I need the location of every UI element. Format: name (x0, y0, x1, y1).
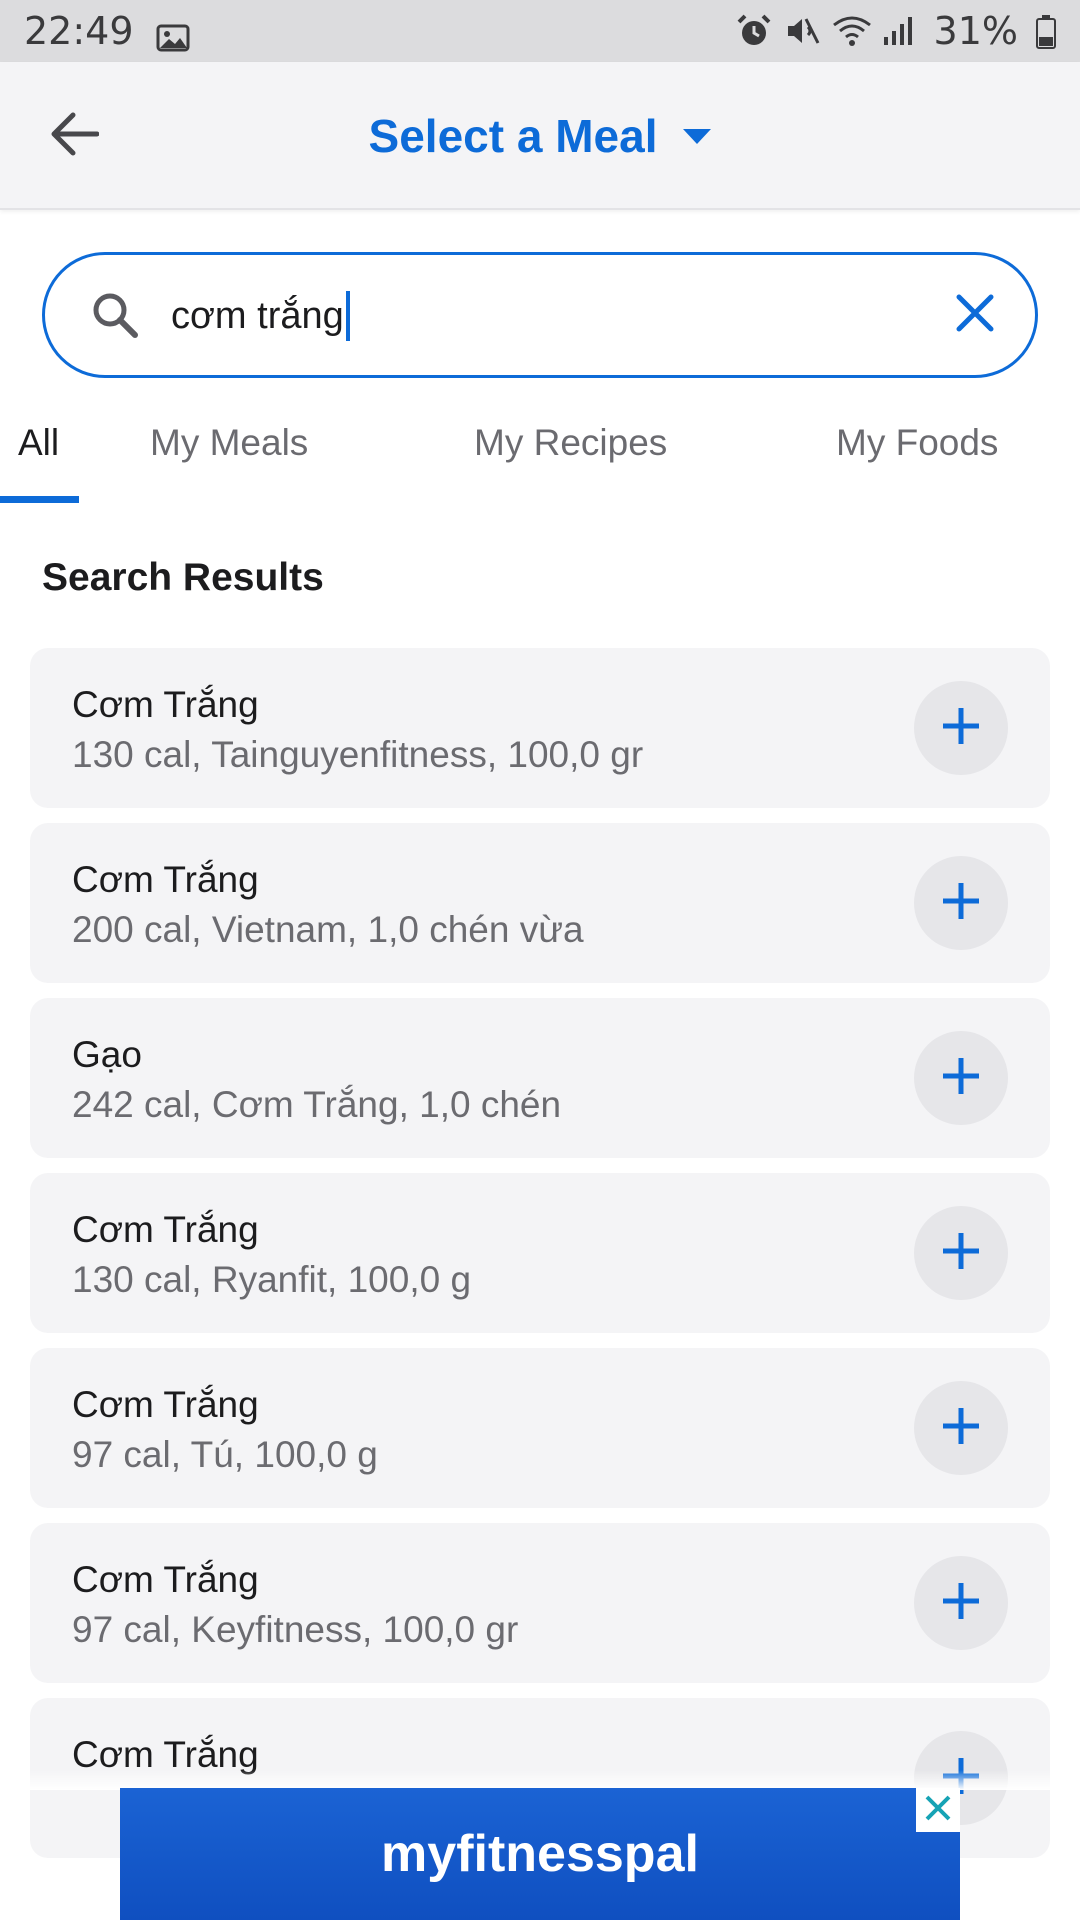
close-icon (955, 293, 995, 338)
active-tab-indicator (0, 496, 79, 503)
gallery-icon (156, 17, 190, 52)
search-results-heading: Search Results (42, 556, 324, 599)
search-query-text: cơm trắng (171, 294, 344, 337)
plus-icon (941, 881, 981, 926)
battery-percent: 31% (933, 9, 1018, 53)
results-list: Cơm Trắng 130 cal, Tainguyenfitness, 100… (30, 648, 1050, 1873)
food-name: Cơm Trắng (72, 859, 259, 900)
clear-search-button[interactable] (945, 285, 1005, 345)
signal-icon (880, 13, 916, 49)
list-fade (0, 1770, 1080, 1790)
screen: 22:49 31% Select a Meal cơm trắng All My… (0, 0, 1080, 1920)
plus-icon (941, 1056, 981, 1101)
food-name: Cơm Trắng (72, 1384, 259, 1425)
status-time: 22:49 (24, 9, 134, 53)
battery-icon (1036, 14, 1056, 49)
add-food-button[interactable] (914, 856, 1008, 950)
plus-icon (941, 1406, 981, 1451)
meal-selector-dropdown[interactable]: Select a Meal (0, 62, 1080, 210)
page-title: Select a Meal (368, 110, 658, 162)
plus-icon (941, 1231, 981, 1276)
ad-brand-logo: myfitnesspal (381, 1825, 699, 1883)
list-item[interactable]: Gạo 242 cal, Cơm Trắng, 1,0 chén (30, 998, 1050, 1158)
food-details: 242 cal, Cơm Trắng, 1,0 chén (72, 1084, 562, 1125)
search-input[interactable]: cơm trắng (171, 291, 350, 341)
food-details: 200 cal, Vietnam, 1,0 chén vừa (72, 909, 584, 950)
list-item[interactable]: Cơm Trắng 130 cal, Tainguyenfitness, 100… (30, 648, 1050, 808)
tab-my-meals[interactable]: My Meals (150, 422, 308, 464)
search-icon (89, 289, 141, 341)
tab-all[interactable]: All (18, 422, 59, 464)
close-icon (923, 1793, 953, 1828)
food-name: Gạo (72, 1034, 142, 1075)
add-food-button[interactable] (914, 1381, 1008, 1475)
add-food-button[interactable] (914, 681, 1008, 775)
food-details: 130 cal, Tainguyenfitness, 100,0 gr (72, 734, 644, 775)
ad-banner[interactable]: myfitnesspal (120, 1788, 960, 1920)
plus-icon (941, 706, 981, 751)
food-details: 130 cal, Ryanfit, 100,0 g (72, 1259, 472, 1300)
food-name: Cơm Trắng (72, 1209, 259, 1250)
text-cursor (345, 291, 350, 341)
tab-bar: All My Meals My Recipes My Foods (0, 400, 1080, 504)
status-icons: 31% (736, 9, 1056, 53)
list-item[interactable]: Cơm Trắng 97 cal, Tú, 100,0 g (30, 1348, 1050, 1508)
status-bar: 22:49 31% (0, 0, 1080, 62)
mute-icon (784, 13, 820, 49)
add-food-button[interactable] (914, 1556, 1008, 1650)
food-details: 97 cal, Keyfitness, 100,0 gr (72, 1609, 519, 1650)
wifi-icon (832, 13, 871, 49)
caret-down-icon (683, 129, 712, 145)
search-field[interactable]: cơm trắng (42, 252, 1038, 378)
food-name: Cơm Trắng (72, 684, 259, 725)
add-food-button[interactable] (914, 1031, 1008, 1125)
list-item[interactable]: Cơm Trắng 97 cal, Keyfitness, 100,0 gr (30, 1523, 1050, 1683)
alarm-icon (736, 13, 772, 49)
tab-my-recipes[interactable]: My Recipes (474, 422, 667, 464)
food-details: 97 cal, Tú, 100,0 g (72, 1434, 378, 1475)
add-food-button[interactable] (914, 1206, 1008, 1300)
tab-my-foods[interactable]: My Foods (836, 422, 998, 464)
plus-icon (941, 1581, 981, 1626)
ad-close-button[interactable] (916, 1788, 960, 1832)
list-item[interactable]: Cơm Trắng 130 cal, Ryanfit, 100,0 g (30, 1173, 1050, 1333)
food-name: Cơm Trắng (72, 1559, 259, 1600)
list-item[interactable]: Cơm Trắng 200 cal, Vietnam, 1,0 chén vừa (30, 823, 1050, 983)
app-bar: Select a Meal (0, 62, 1080, 210)
